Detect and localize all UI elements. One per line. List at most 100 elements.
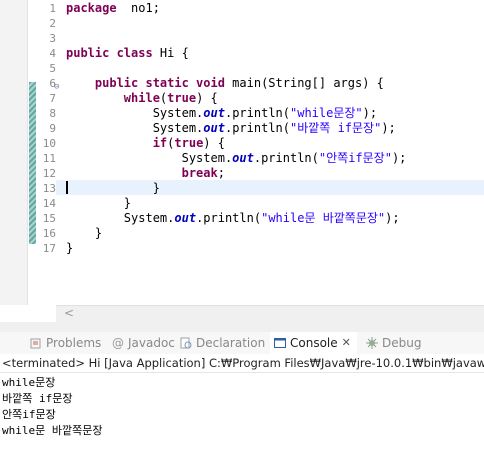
scroll-left-arrow[interactable]: <	[64, 306, 74, 320]
text-caret	[66, 181, 68, 194]
horizontal-scrollbar[interactable]: <	[56, 305, 484, 323]
tab-label: Javadoc	[128, 336, 175, 350]
code-line[interactable]: }	[66, 241, 73, 256]
console-output-line: 바깥쪽 if문장	[2, 392, 73, 405]
code-line[interactable]: }	[66, 181, 160, 196]
line-number: 11	[42, 152, 56, 165]
code-line[interactable]: System.out.println("안쪽if문장");	[66, 151, 407, 166]
tab-label: Debug	[382, 336, 422, 350]
line-number: 12	[42, 167, 56, 180]
code-token: Hi {	[152, 46, 189, 60]
line-number: 4	[49, 47, 56, 60]
code-token: main(String[] args) {	[224, 76, 384, 90]
tab-javadoc[interactable]: @ Javadoc	[112, 332, 175, 354]
line-number: 16	[42, 227, 56, 240]
editor-left-ruler	[0, 0, 28, 305]
tab-problems[interactable]: Problems	[30, 332, 101, 354]
code-line[interactable]: public static void main(String[] args) {	[66, 76, 384, 91]
code-token: .println(	[224, 121, 290, 135]
line-number: 14	[42, 197, 56, 210]
code-line[interactable]: while(true) {	[66, 91, 218, 106]
code-token: );	[362, 106, 378, 120]
line-number: 9	[49, 122, 56, 135]
code-token: }	[66, 196, 132, 210]
declaration-icon	[180, 337, 192, 349]
string-token: "바깥쪽 if문장"	[290, 121, 382, 135]
line-number: 8	[49, 107, 56, 120]
code-token: ) {	[196, 91, 218, 105]
keyword-token: public class	[66, 46, 153, 60]
code-token: }	[66, 241, 74, 255]
debug-icon	[366, 337, 378, 349]
code-line[interactable]: }	[66, 226, 102, 241]
tab-debug[interactable]: Debug	[366, 332, 421, 354]
code-line[interactable]: System.out.println("바깥쪽 if문장");	[66, 121, 396, 136]
tab-label: Declaration	[196, 336, 266, 350]
line-number: 7	[49, 92, 56, 105]
code-token: System.	[66, 211, 175, 225]
line-number: 2	[49, 17, 56, 30]
line-number: 15	[42, 212, 56, 225]
console-icon	[274, 338, 286, 348]
line-number: 10	[42, 137, 56, 150]
line-number: 1	[49, 2, 56, 15]
tab-label: Problems	[46, 336, 102, 350]
problems-icon	[30, 338, 41, 349]
keyword-token: break	[181, 166, 218, 180]
code-line[interactable]: break;	[66, 166, 225, 181]
code-line[interactable]: System.out.println("while문장");	[66, 106, 377, 121]
field-token: out	[203, 121, 225, 135]
code-token: }	[66, 226, 103, 240]
fold-collapse-icon[interactable]: ⊖	[54, 82, 59, 92]
code-token: ) {	[203, 136, 225, 150]
code-token: .println(	[253, 151, 319, 165]
string-token: "while문 바깥쪽문장"	[261, 211, 386, 225]
code-line[interactable]: if(true) {	[66, 136, 225, 151]
close-icon[interactable]: ✕	[342, 332, 351, 354]
bottom-panel-tabs: Problems @ Javadoc Declaration Console ✕…	[0, 332, 484, 354]
console-output-line: while문 바깥쪽문장	[2, 424, 103, 437]
string-token: "안쪽if문장"	[318, 151, 392, 165]
code-line[interactable]: package no1;	[66, 1, 160, 16]
code-token: .println(	[196, 211, 262, 225]
keyword-token: if	[152, 136, 168, 150]
field-token: out	[174, 211, 197, 225]
code-line[interactable]: }	[66, 196, 131, 211]
console-output-line: 안쪽if문장	[2, 408, 56, 421]
line-number: 5	[49, 62, 56, 75]
keyword-token: public static void	[94, 76, 225, 90]
field-token: out	[232, 151, 254, 165]
panel-separator[interactable]	[0, 322, 484, 332]
code-token: );	[381, 121, 396, 135]
console-output[interactable]: while문장바깥쪽 if문장안쪽if문장 while문 바깥쪽문장	[0, 373, 484, 467]
code-token: System.	[66, 151, 233, 165]
keyword-token: package	[66, 1, 117, 15]
code-token: }	[66, 181, 160, 195]
javadoc-icon: @	[112, 336, 124, 350]
code-token: System.	[66, 106, 204, 120]
code-token: );	[385, 211, 400, 225]
keyword-token: true	[167, 91, 197, 105]
keyword-token: true	[174, 136, 204, 150]
code-token: no1;	[116, 1, 160, 15]
line-number: 17	[42, 242, 56, 255]
change-marker-bar	[29, 82, 36, 244]
tab-declaration[interactable]: Declaration	[180, 332, 265, 354]
console-status: <terminated> Hi [Java Application] C:₩Pr…	[0, 354, 484, 373]
tab-label: Console	[290, 336, 338, 350]
code-line[interactable]: System.out.println("while문 바깥쪽문장");	[66, 211, 400, 226]
code-line[interactable]: public class Hi {	[66, 46, 189, 61]
string-token: "while문장"	[290, 106, 363, 120]
code-editor[interactable]: 1 2 3 4 5 6 7 8 9 10 11 12 13 14 15 16 17 ⊖ package no1;…	[0, 0, 484, 323]
code-token: );	[391, 151, 407, 165]
code-token: .println(	[224, 106, 290, 120]
tab-console[interactable]: Console ✕	[270, 332, 357, 354]
field-token: out	[203, 106, 225, 120]
line-number: 3	[49, 32, 56, 45]
console-output-line: while문장	[2, 376, 56, 389]
line-number: 13	[42, 182, 56, 195]
